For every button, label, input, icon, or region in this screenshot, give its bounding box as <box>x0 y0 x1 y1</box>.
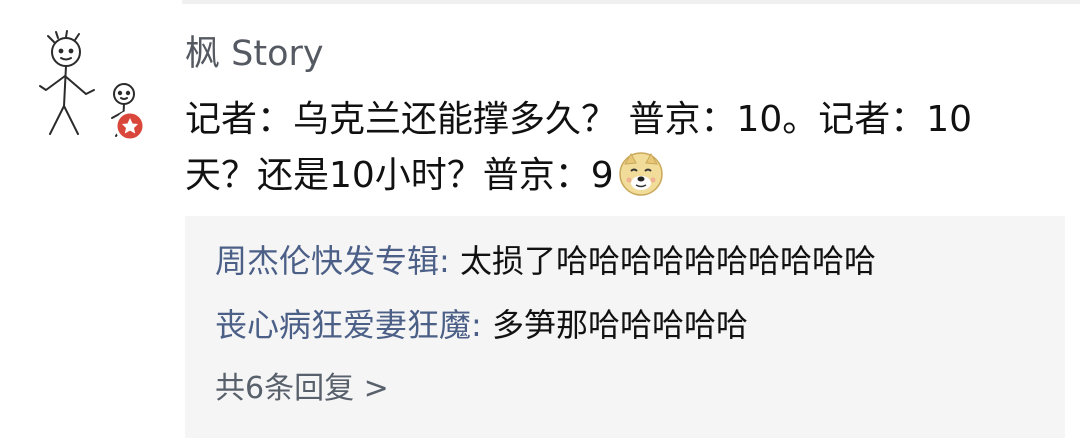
badge-icon <box>114 110 146 142</box>
replies-box: 周杰伦快发专辑: 太损了哈哈哈哈哈哈哈哈哈哈 丧心病狂爱妻狂魔: 多笋那哈哈哈哈… <box>185 216 1065 438</box>
avatar[interactable] <box>28 28 160 148</box>
reply-author[interactable]: 周杰伦快发专辑: <box>215 242 450 280</box>
reply-text: 太损了哈哈哈哈哈哈哈哈哈哈 <box>449 242 876 280</box>
post-content-line-1: 记者：乌克兰还能撑多久？ 普京：10。记者：10 <box>185 99 973 140</box>
reply-author[interactable]: 丧心病狂爱妻狂魔: <box>215 306 482 344</box>
post-content: 记者：乌克兰还能撑多久？ 普京：10。记者：10 天？还是10小时？普京：9 <box>185 92 1065 204</box>
avatar-stick-figure-icon <box>39 30 146 142</box>
reply-item[interactable]: 丧心病狂爱妻狂魔: 多笋那哈哈哈哈哈 <box>215 304 748 346</box>
reply-item[interactable]: 周杰伦快发专辑: 太损了哈哈哈哈哈哈哈哈哈哈 <box>215 240 876 282</box>
author-name[interactable]: 枫 Story <box>185 30 324 78</box>
more-replies-link[interactable]: 共6条回复 > <box>215 368 389 410</box>
doge-icon <box>618 151 664 197</box>
reply-text: 多笋那哈哈哈哈哈 <box>481 306 748 344</box>
post-content-line-2-wrap: 天？还是10小时？普京：9 <box>185 148 1065 204</box>
post-content-line-2: 天？还是10小时？普京：9 <box>185 155 614 196</box>
top-divider <box>182 0 1080 4</box>
comment-card: 枫 Story 记者：乌克兰还能撑多久？ 普京：10。记者：10 天？还是10小… <box>0 0 1080 443</box>
